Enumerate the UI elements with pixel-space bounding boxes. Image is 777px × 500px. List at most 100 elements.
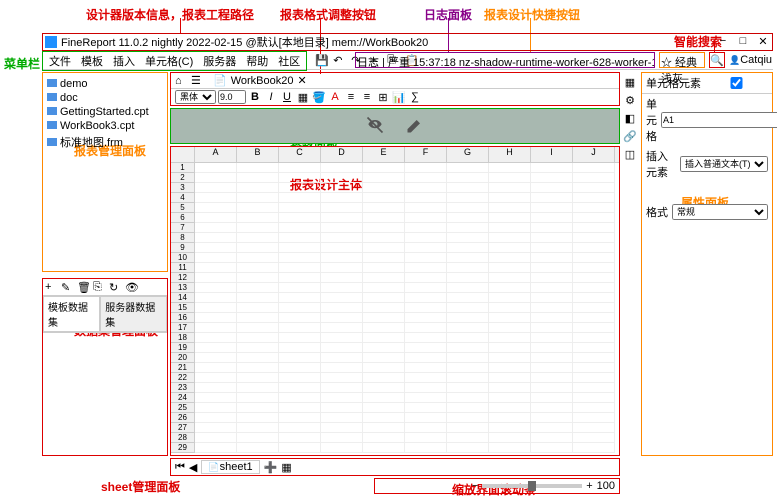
cell[interactable] — [321, 233, 363, 243]
cell[interactable] — [489, 443, 531, 453]
cell[interactable] — [195, 173, 237, 183]
cell[interactable] — [405, 353, 447, 363]
cell[interactable] — [195, 333, 237, 343]
tree-item[interactable]: 标准地图.frm — [47, 133, 163, 151]
cell[interactable] — [237, 443, 279, 453]
cell[interactable] — [489, 383, 531, 393]
bold-button[interactable]: B — [248, 90, 262, 104]
menu-insert[interactable]: 插入 — [109, 52, 139, 70]
cell[interactable] — [195, 423, 237, 433]
cell[interactable] — [447, 443, 489, 453]
cell[interactable] — [573, 303, 615, 313]
first-sheet-icon[interactable]: ⏮ — [175, 461, 185, 474]
cell[interactable] — [321, 223, 363, 233]
cell[interactable] — [447, 303, 489, 313]
cell[interactable] — [321, 193, 363, 203]
cell[interactable] — [363, 303, 405, 313]
cell[interactable] — [363, 373, 405, 383]
cell[interactable] — [195, 323, 237, 333]
col-header[interactable]: I — [531, 147, 573, 162]
cell[interactable] — [405, 343, 447, 353]
cell[interactable] — [279, 373, 321, 383]
align-center-button[interactable]: ≡ — [360, 90, 374, 104]
cell[interactable] — [195, 293, 237, 303]
cell[interactable] — [321, 213, 363, 223]
cell[interactable] — [405, 253, 447, 263]
panel-toggle[interactable] — [705, 77, 768, 89]
cell[interactable] — [237, 213, 279, 223]
cell[interactable] — [279, 343, 321, 353]
cell[interactable] — [447, 393, 489, 403]
cell[interactable] — [321, 353, 363, 363]
cell[interactable] — [363, 213, 405, 223]
cell[interactable] — [573, 373, 615, 383]
border-button[interactable]: ▦ — [296, 90, 310, 104]
cell[interactable] — [489, 333, 531, 343]
cell[interactable] — [447, 253, 489, 263]
font-size-input[interactable] — [218, 90, 246, 104]
cell[interactable] — [279, 273, 321, 283]
cell[interactable] — [195, 363, 237, 373]
cell[interactable] — [195, 353, 237, 363]
document-tab[interactable]: 📄WorkBook20✕ — [207, 74, 313, 87]
cell[interactable] — [195, 343, 237, 353]
cell[interactable] — [363, 203, 405, 213]
search-button[interactable]: 🔍 — [709, 52, 725, 68]
cell[interactable] — [531, 323, 573, 333]
cell[interactable] — [195, 413, 237, 423]
row-header[interactable]: 28 — [171, 433, 195, 443]
cell[interactable] — [573, 323, 615, 333]
merge-button[interactable]: ⊞ — [376, 90, 390, 104]
condition-icon[interactable]: ◧ — [622, 110, 638, 126]
cell[interactable] — [195, 373, 237, 383]
zoom-thumb[interactable] — [528, 481, 536, 491]
cell[interactable] — [363, 233, 405, 243]
cell[interactable] — [531, 253, 573, 263]
cell[interactable] — [363, 383, 405, 393]
cell[interactable] — [237, 373, 279, 383]
cell[interactable] — [573, 293, 615, 303]
cell[interactable] — [237, 343, 279, 353]
cell[interactable] — [321, 423, 363, 433]
cell[interactable] — [489, 173, 531, 183]
cell[interactable] — [195, 203, 237, 213]
cell[interactable] — [195, 433, 237, 443]
cell[interactable] — [195, 273, 237, 283]
row-header[interactable]: 2 — [171, 173, 195, 183]
spreadsheet-grid[interactable]: A B C D E F G H I J 12345678910111213141… — [170, 146, 620, 456]
cell[interactable] — [363, 403, 405, 413]
cell[interactable] — [405, 303, 447, 313]
tab-template-ds[interactable]: 模板数据集 — [43, 296, 100, 332]
cell[interactable] — [489, 343, 531, 353]
cell[interactable] — [237, 313, 279, 323]
cell[interactable] — [447, 183, 489, 193]
cell[interactable] — [363, 273, 405, 283]
cell[interactable] — [363, 433, 405, 443]
cell[interactable] — [573, 393, 615, 403]
cell[interactable] — [573, 173, 615, 183]
prev-sheet-icon[interactable]: ◀ — [189, 461, 197, 474]
cell[interactable] — [573, 423, 615, 433]
cell[interactable] — [279, 203, 321, 213]
cell[interactable] — [573, 273, 615, 283]
cell[interactable] — [531, 303, 573, 313]
cell[interactable] — [447, 293, 489, 303]
cell[interactable] — [405, 413, 447, 423]
row-header[interactable]: 13 — [171, 283, 195, 293]
cell[interactable] — [405, 203, 447, 213]
cell-attr-icon[interactable]: ⚙ — [622, 92, 638, 108]
edit-icon[interactable]: ✎ — [61, 281, 73, 293]
cell[interactable] — [447, 283, 489, 293]
cell[interactable] — [405, 213, 447, 223]
row-header[interactable]: 8 — [171, 233, 195, 243]
cell[interactable] — [237, 173, 279, 183]
cell[interactable] — [531, 363, 573, 373]
cell[interactable] — [573, 263, 615, 273]
cell[interactable] — [573, 343, 615, 353]
cell[interactable] — [279, 253, 321, 263]
row-header[interactable]: 21 — [171, 363, 195, 373]
tree-item[interactable]: doc — [47, 91, 163, 105]
cell[interactable] — [279, 383, 321, 393]
cell[interactable] — [321, 203, 363, 213]
cell[interactable] — [363, 423, 405, 433]
